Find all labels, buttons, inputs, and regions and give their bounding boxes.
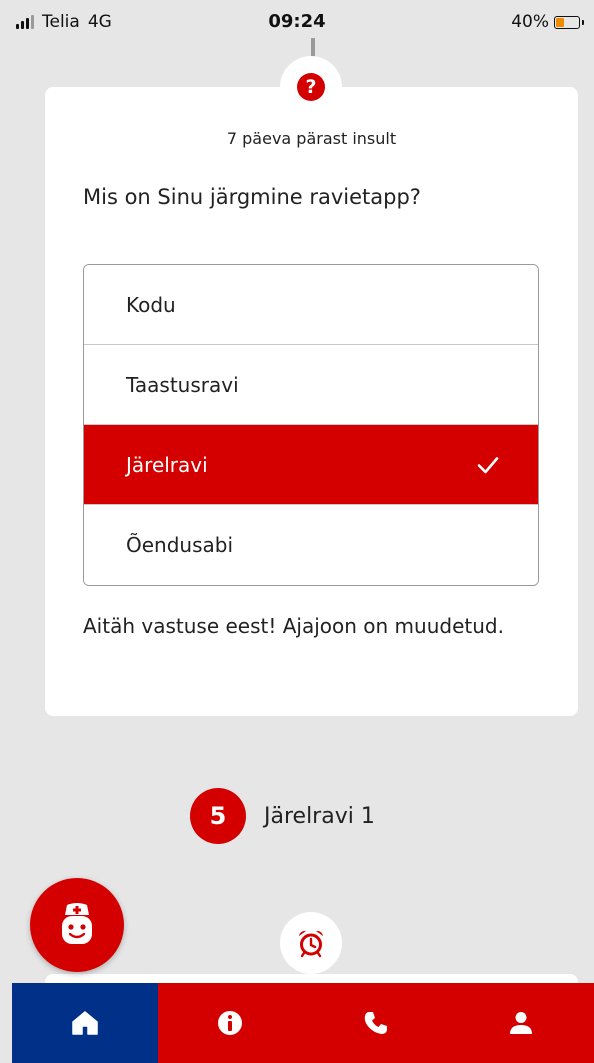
card-question: Mis on Sinu järgmine ravietapp? (83, 185, 421, 209)
question-card: ? 7 päeva pärast insult Mis on Sinu järg… (45, 56, 578, 716)
option-label: Kodu (126, 292, 176, 317)
feedback-message: Aitäh vastuse eest! Ajajoon on muudetud. (83, 614, 504, 638)
status-bar: Telia 4G 09:24 40% (0, 0, 594, 44)
home-icon (72, 1011, 98, 1035)
option-label: Õendusabi (126, 533, 234, 557)
nav-home[interactable] (12, 983, 158, 1063)
question-icon: ? (297, 73, 325, 101)
battery-percent: 40% (511, 12, 549, 32)
status-time: 09:24 (268, 11, 326, 32)
question-badge: ? (280, 56, 342, 118)
option-oendusabi[interactable]: Õendusabi (84, 505, 538, 585)
option-jarelravi[interactable]: Järelravi (84, 425, 538, 505)
bottom-nav (12, 983, 594, 1063)
nurse-assistant-button[interactable] (30, 878, 124, 972)
option-kodu[interactable]: Kodu (84, 265, 538, 345)
nurse-icon (62, 903, 92, 944)
step-label: Järelravi 1 (264, 803, 375, 829)
status-right: 40% (511, 12, 584, 32)
card-meta: 7 päeva pärast insult (226, 129, 397, 148)
timeline-connector (311, 38, 315, 58)
step-number: 5 (190, 788, 246, 844)
option-label: Taastusravi (126, 372, 239, 397)
answer-options: Kodu Taastusravi Järelravi Õendusabi (83, 264, 539, 586)
option-label: Järelravi (126, 452, 208, 477)
alarm-badge (280, 912, 342, 974)
profile-icon (510, 1012, 533, 1034)
option-taastusravi[interactable]: Taastusravi (84, 345, 538, 425)
nav-info[interactable] (157, 983, 303, 1063)
checkmark-icon (477, 457, 499, 474)
nav-phone[interactable] (303, 983, 449, 1063)
phone-icon (364, 1012, 387, 1034)
battery-level (556, 17, 564, 27)
alarm-clock-icon (299, 930, 323, 958)
info-icon (218, 1011, 243, 1035)
battery-icon (554, 15, 584, 29)
timeline-step[interactable]: 5 Järelravi 1 (190, 788, 375, 844)
nav-profile[interactable] (448, 983, 594, 1063)
